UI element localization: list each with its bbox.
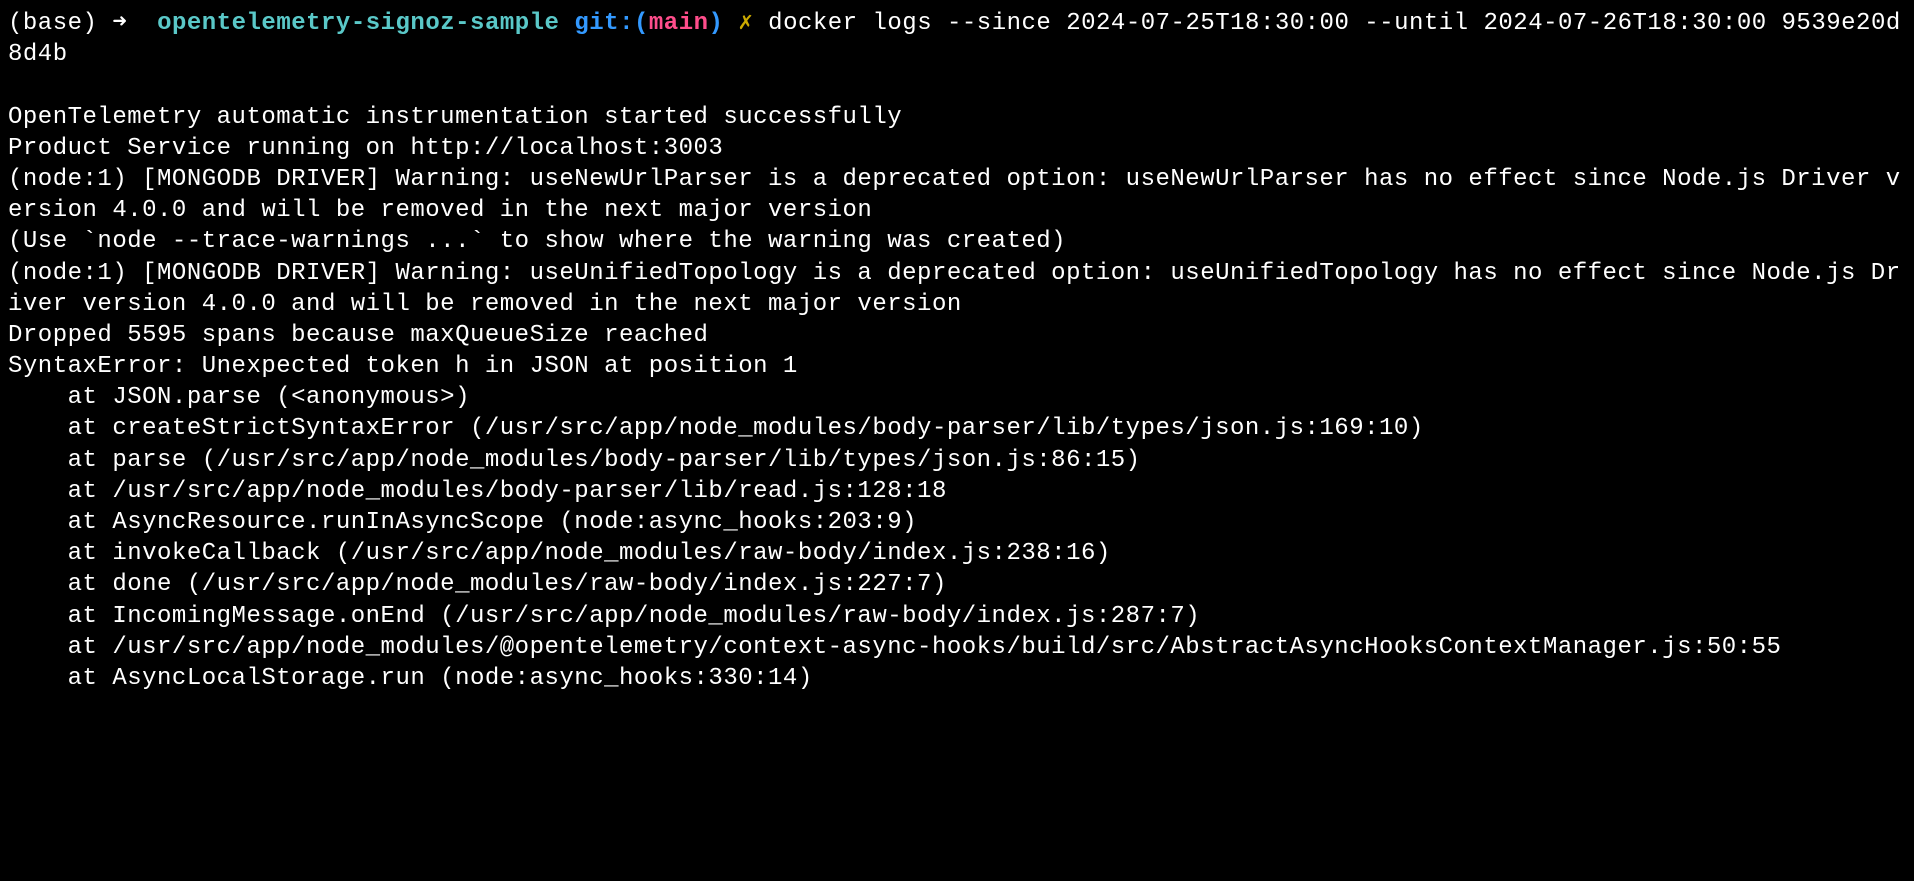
output-line: Dropped 5595 spans because maxQueueSize …: [8, 320, 1906, 351]
prompt-git-label: git:(: [574, 10, 649, 37]
output-line: at invokeCallback (/usr/src/app/node_mod…: [8, 538, 1906, 569]
output-line: at JSON.parse (<anonymous>): [8, 382, 1906, 413]
output-line: (node:1) [MONGODB DRIVER] Warning: useUn…: [8, 258, 1906, 320]
output-line: at /usr/src/app/node_modules/@openteleme…: [8, 632, 1906, 663]
output-line: [8, 70, 1906, 101]
prompt-git-close: ): [709, 10, 724, 37]
output-line: Product Service running on http://localh…: [8, 133, 1906, 164]
terminal-output: OpenTelemetry automatic instrumentation …: [8, 70, 1906, 694]
terminal-window[interactable]: (base) ➜ opentelemetry-signoz-sample git…: [8, 8, 1906, 694]
prompt-env: (base): [8, 10, 97, 37]
output-line: (node:1) [MONGODB DRIVER] Warning: useNe…: [8, 164, 1906, 226]
prompt-dirty-icon: ✗: [738, 10, 753, 37]
output-line: SyntaxError: Unexpected token h in JSON …: [8, 351, 1906, 382]
output-line: OpenTelemetry automatic instrumentation …: [8, 102, 1906, 133]
output-line: at parse (/usr/src/app/node_modules/body…: [8, 445, 1906, 476]
prompt-directory: opentelemetry-signoz-sample: [157, 10, 559, 37]
prompt-git-branch: main: [649, 10, 709, 37]
output-line: at AsyncResource.runInAsyncScope (node:a…: [8, 507, 1906, 538]
prompt-arrow-icon: ➜: [112, 10, 127, 37]
output-line: at /usr/src/app/node_modules/body-parser…: [8, 476, 1906, 507]
output-line: at done (/usr/src/app/node_modules/raw-b…: [8, 569, 1906, 600]
output-line: at IncomingMessage.onEnd (/usr/src/app/n…: [8, 601, 1906, 632]
output-line: at AsyncLocalStorage.run (node:async_hoo…: [8, 663, 1906, 694]
output-line: at createStrictSyntaxError (/usr/src/app…: [8, 413, 1906, 444]
output-line: (Use `node --trace-warnings ...` to show…: [8, 226, 1906, 257]
